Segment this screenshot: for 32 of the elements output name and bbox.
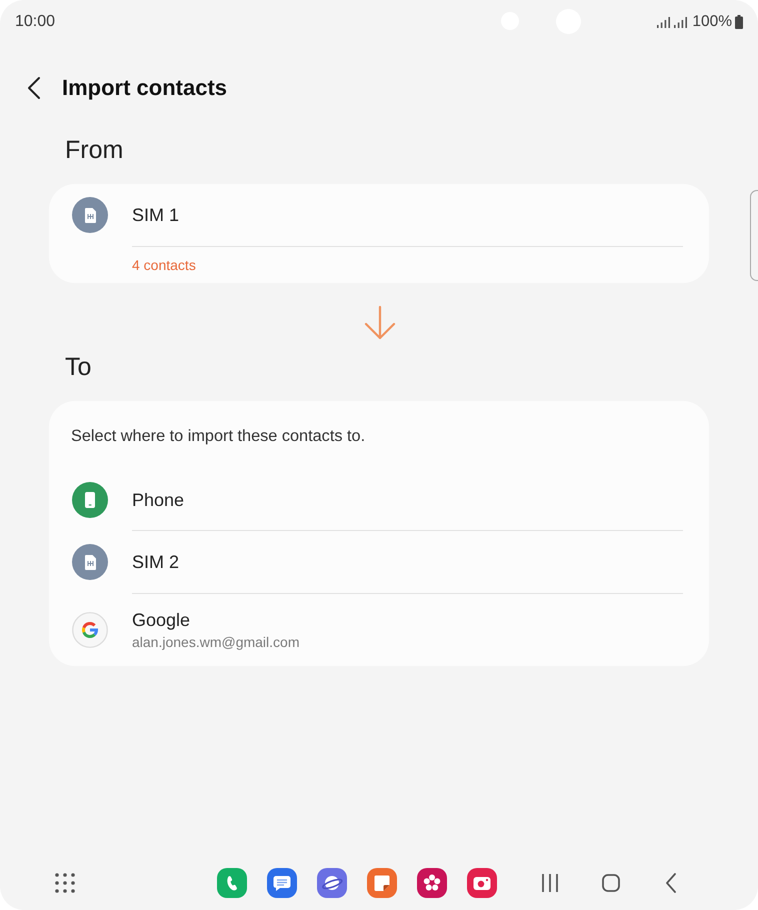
phone-device-icon <box>72 482 108 518</box>
status-time: 10:00 <box>15 13 56 31</box>
back-chevron-icon <box>27 76 41 100</box>
edge-panel-handle[interactable] <box>750 190 758 281</box>
google-logo-icon <box>72 612 108 648</box>
battery-icon <box>735 15 743 29</box>
phone-app-icon[interactable] <box>217 868 247 898</box>
section-heading: From <box>65 136 124 164</box>
source-name[interactable]: SIM 1 <box>132 204 180 226</box>
signal-icon <box>674 16 688 28</box>
recent-apps-icon[interactable] <box>541 873 559 893</box>
screen-title: Import contacts <box>62 75 228 101</box>
instruction-text: Select where to import these contacts to. <box>71 427 366 445</box>
account-email: alan.jones.wm@gmail.com <box>132 634 300 650</box>
signal-icon <box>657 16 670 28</box>
home-icon[interactable] <box>602 874 620 892</box>
target-name[interactable]: SIM 2 <box>132 552 180 572</box>
section-heading: To <box>65 353 92 381</box>
camera-app-icon[interactable] <box>467 868 497 898</box>
contact-count: 4 contacts <box>132 257 196 273</box>
battery-percent: 100% <box>692 13 732 31</box>
target-name[interactable]: Phone <box>132 490 184 510</box>
planet-app-icon[interactable] <box>317 868 347 898</box>
target-name[interactable]: Google <box>132 610 190 631</box>
back-icon[interactable] <box>665 873 677 893</box>
note-app-icon[interactable] <box>367 868 397 898</box>
sim-card-icon <box>72 197 108 233</box>
chat-bubble-app-icon[interactable] <box>267 868 297 898</box>
sim-card-icon <box>72 544 108 580</box>
flower-app-icon[interactable] <box>417 868 447 898</box>
apps-grid-icon[interactable] <box>55 873 75 893</box>
down-arrow-icon <box>362 305 396 341</box>
